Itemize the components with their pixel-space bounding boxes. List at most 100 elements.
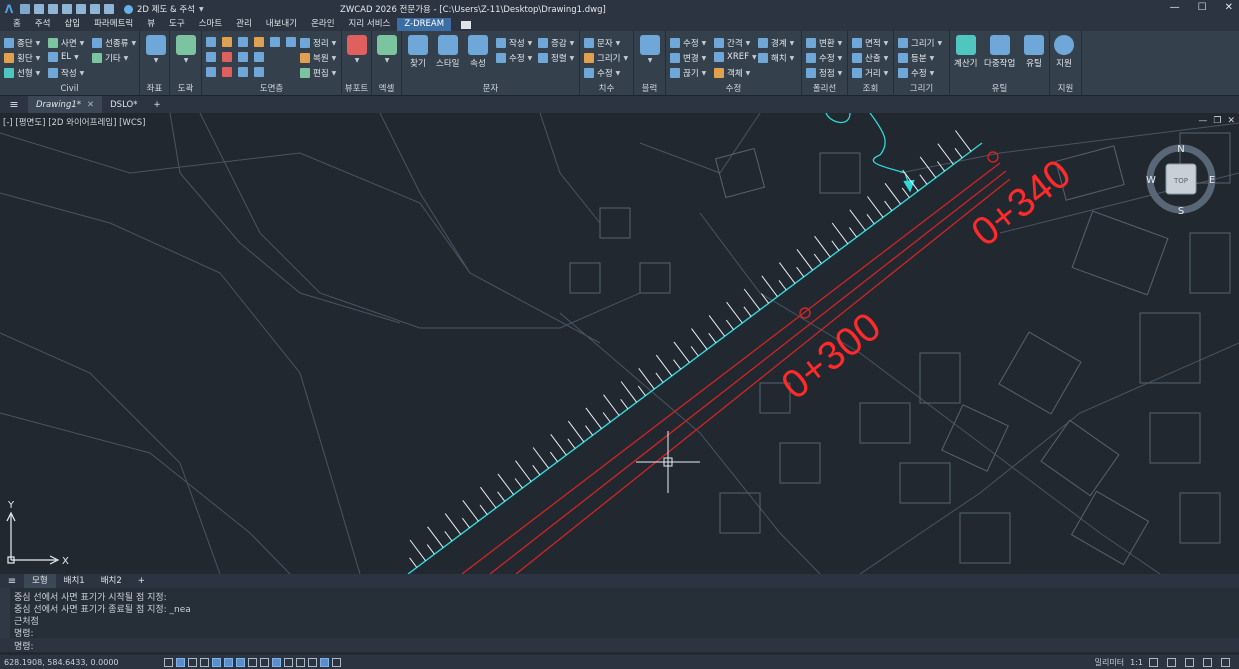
station-label-300[interactable]: 0+300 <box>773 304 889 408</box>
pline-modify-button[interactable]: 수정 <box>819 52 835 64</box>
lineweight-toggle-icon[interactable] <box>260 657 269 667</box>
layer-icon-13[interactable] <box>238 67 248 77</box>
modify-button[interactable]: 수정 <box>683 37 699 49</box>
isolate-icon[interactable] <box>1203 658 1212 667</box>
viewport-label[interactable]: [-] [평면도] [2D 와이어프레임] [WCS] <box>3 116 145 128</box>
layer-icon-3[interactable] <box>238 37 248 47</box>
layer-cleanup-button[interactable]: 정리 <box>313 37 329 49</box>
tab-geo-services[interactable]: 지리 서비스 <box>342 18 398 31</box>
text-create-button[interactable]: 작성 <box>509 37 525 49</box>
calculator-button[interactable]: 계산기 <box>954 57 977 69</box>
layer-icon-12[interactable] <box>222 67 232 77</box>
civil-alignment-button[interactable]: 선형 <box>17 67 33 79</box>
viewcube-north[interactable]: N <box>1177 144 1184 155</box>
selection-toggle-icon[interactable] <box>320 657 329 667</box>
annotation-visibility-icon[interactable] <box>1149 658 1158 667</box>
save-as-icon[interactable] <box>62 4 72 14</box>
drawing-canvas[interactable]: [-] [평면도] [2D 와이어프레임] [WCS] — ❐ ✕ 0+300 … <box>0 113 1239 574</box>
gizmo-toggle-icon[interactable] <box>332 657 341 667</box>
layout-tab-2[interactable]: 배치2 <box>93 574 130 588</box>
layout-tab-model[interactable]: 모형 <box>24 574 56 588</box>
tab-annotate[interactable]: 주석 <box>28 18 58 31</box>
civil-cross-section-button[interactable]: 횡단 <box>17 52 33 64</box>
command-input[interactable]: 명령: <box>0 638 1239 652</box>
layer-icon-5[interactable] <box>270 37 280 47</box>
workspace-switch-icon[interactable] <box>1167 658 1176 667</box>
distance-button[interactable]: 거리 <box>865 67 881 79</box>
sc-toggle-icon[interactable] <box>296 657 305 667</box>
tab-insert[interactable]: 삽입 <box>57 18 87 31</box>
app-logo-icon[interactable]: ᐱ <box>0 0 18 18</box>
new-tab-icon[interactable]: + <box>145 96 168 113</box>
layer-icon-7[interactable] <box>206 52 216 62</box>
viewcube-south[interactable]: S <box>1178 206 1184 217</box>
civil-create-button[interactable]: 작성 <box>61 67 77 79</box>
layout-tab-1[interactable]: 배치1 <box>56 574 93 588</box>
viewcube-west[interactable]: W <box>1146 175 1156 186</box>
layer-icon-4[interactable] <box>254 37 264 47</box>
offset-button[interactable]: 간격 <box>727 37 743 49</box>
divide-button[interactable]: 등분 <box>911 52 927 64</box>
ucs-toggle-icon[interactable] <box>248 657 257 667</box>
find-button[interactable]: 찾기 <box>410 57 426 69</box>
layer-restore-button[interactable]: 복원 <box>313 52 329 64</box>
xref-button[interactable]: XREF <box>727 52 749 62</box>
unit-selector[interactable]: 밀리미터 <box>1095 657 1124 668</box>
station-marker-300[interactable] <box>799 307 811 319</box>
tab-manage[interactable]: 관리 <box>229 18 259 31</box>
tab-tools[interactable]: 도구 <box>162 18 192 31</box>
viewport-icon[interactable] <box>347 35 367 55</box>
civil-slope-button[interactable]: 사면 <box>61 37 77 49</box>
layout-menu-icon[interactable]: ≡ <box>0 576 24 587</box>
save-icon[interactable] <box>48 4 58 14</box>
new-file-icon[interactable] <box>20 4 30 14</box>
tab-parametric[interactable]: 파라메트릭 <box>87 18 140 31</box>
layer-icon-8[interactable] <box>222 52 232 62</box>
dim-draw-button[interactable]: 그리기 <box>597 52 620 64</box>
vertex-button[interactable]: 정점 <box>819 67 835 79</box>
draw-button[interactable]: 그리기 <box>911 37 934 49</box>
tab-view[interactable]: 뷰 <box>140 18 162 31</box>
layer-icon-6[interactable] <box>286 37 296 47</box>
doc-tab-dslo[interactable]: DSLO* <box>102 96 145 113</box>
osnap-toggle-icon[interactable] <box>212 657 221 667</box>
layer-icon-11[interactable] <box>206 67 216 77</box>
open-file-icon[interactable] <box>34 4 44 14</box>
draw-modify-button[interactable]: 수정 <box>911 67 927 79</box>
minimize-icon[interactable]: — <box>1170 2 1180 13</box>
ribbon-options-icon[interactable] <box>461 20 472 29</box>
tab-smart[interactable]: 스마트 <box>192 18 229 31</box>
command-panel-handle[interactable] <box>0 588 10 638</box>
layer-icon-9[interactable] <box>238 52 248 62</box>
snap-toggle-icon[interactable] <box>176 657 185 667</box>
station-marker-340[interactable] <box>987 151 999 163</box>
layer-edit-button[interactable]: 편집 <box>313 67 329 79</box>
text-scale-button[interactable]: 증감 <box>551 37 567 49</box>
viewport-minimize-icon[interactable]: — <box>1198 116 1207 126</box>
doc-tab-drawing1[interactable]: Drawing1* ✕ <box>28 96 103 113</box>
drawing-frame-icon[interactable] <box>176 35 196 55</box>
change-button[interactable]: 변경 <box>683 52 699 64</box>
am-toggle-icon[interactable] <box>308 657 317 667</box>
close-icon[interactable]: ✕ <box>87 100 94 110</box>
viewport-close-icon[interactable]: ✕ <box>1227 116 1235 126</box>
tab-online[interactable]: 온라인 <box>304 18 341 31</box>
break-button[interactable]: 끊기 <box>683 67 699 79</box>
civil-linetype-button[interactable]: 선종류 <box>105 37 128 49</box>
dim-text-button[interactable]: 문자 <box>597 37 613 49</box>
civil-etc-button[interactable]: 기타 <box>105 52 121 64</box>
viewcube-east[interactable]: E <box>1209 175 1215 186</box>
ortho-toggle-icon[interactable] <box>188 657 197 667</box>
dim-modify-button[interactable]: 수정 <box>597 67 613 79</box>
coordinate-icon[interactable] <box>146 35 166 55</box>
lock-icon[interactable] <box>1185 658 1194 667</box>
close-icon[interactable]: ✕ <box>1225 2 1233 13</box>
civil-profile-button[interactable]: 종단 <box>17 37 33 49</box>
boundary-button[interactable]: 경계 <box>771 37 787 49</box>
text-modify-button[interactable]: 수정 <box>509 52 525 64</box>
new-layout-icon[interactable]: + <box>130 574 153 588</box>
qp-toggle-icon[interactable] <box>284 657 293 667</box>
convert-button[interactable]: 변환 <box>819 37 835 49</box>
excel-icon[interactable] <box>377 35 397 55</box>
tab-home[interactable]: 홈 <box>6 18 28 31</box>
